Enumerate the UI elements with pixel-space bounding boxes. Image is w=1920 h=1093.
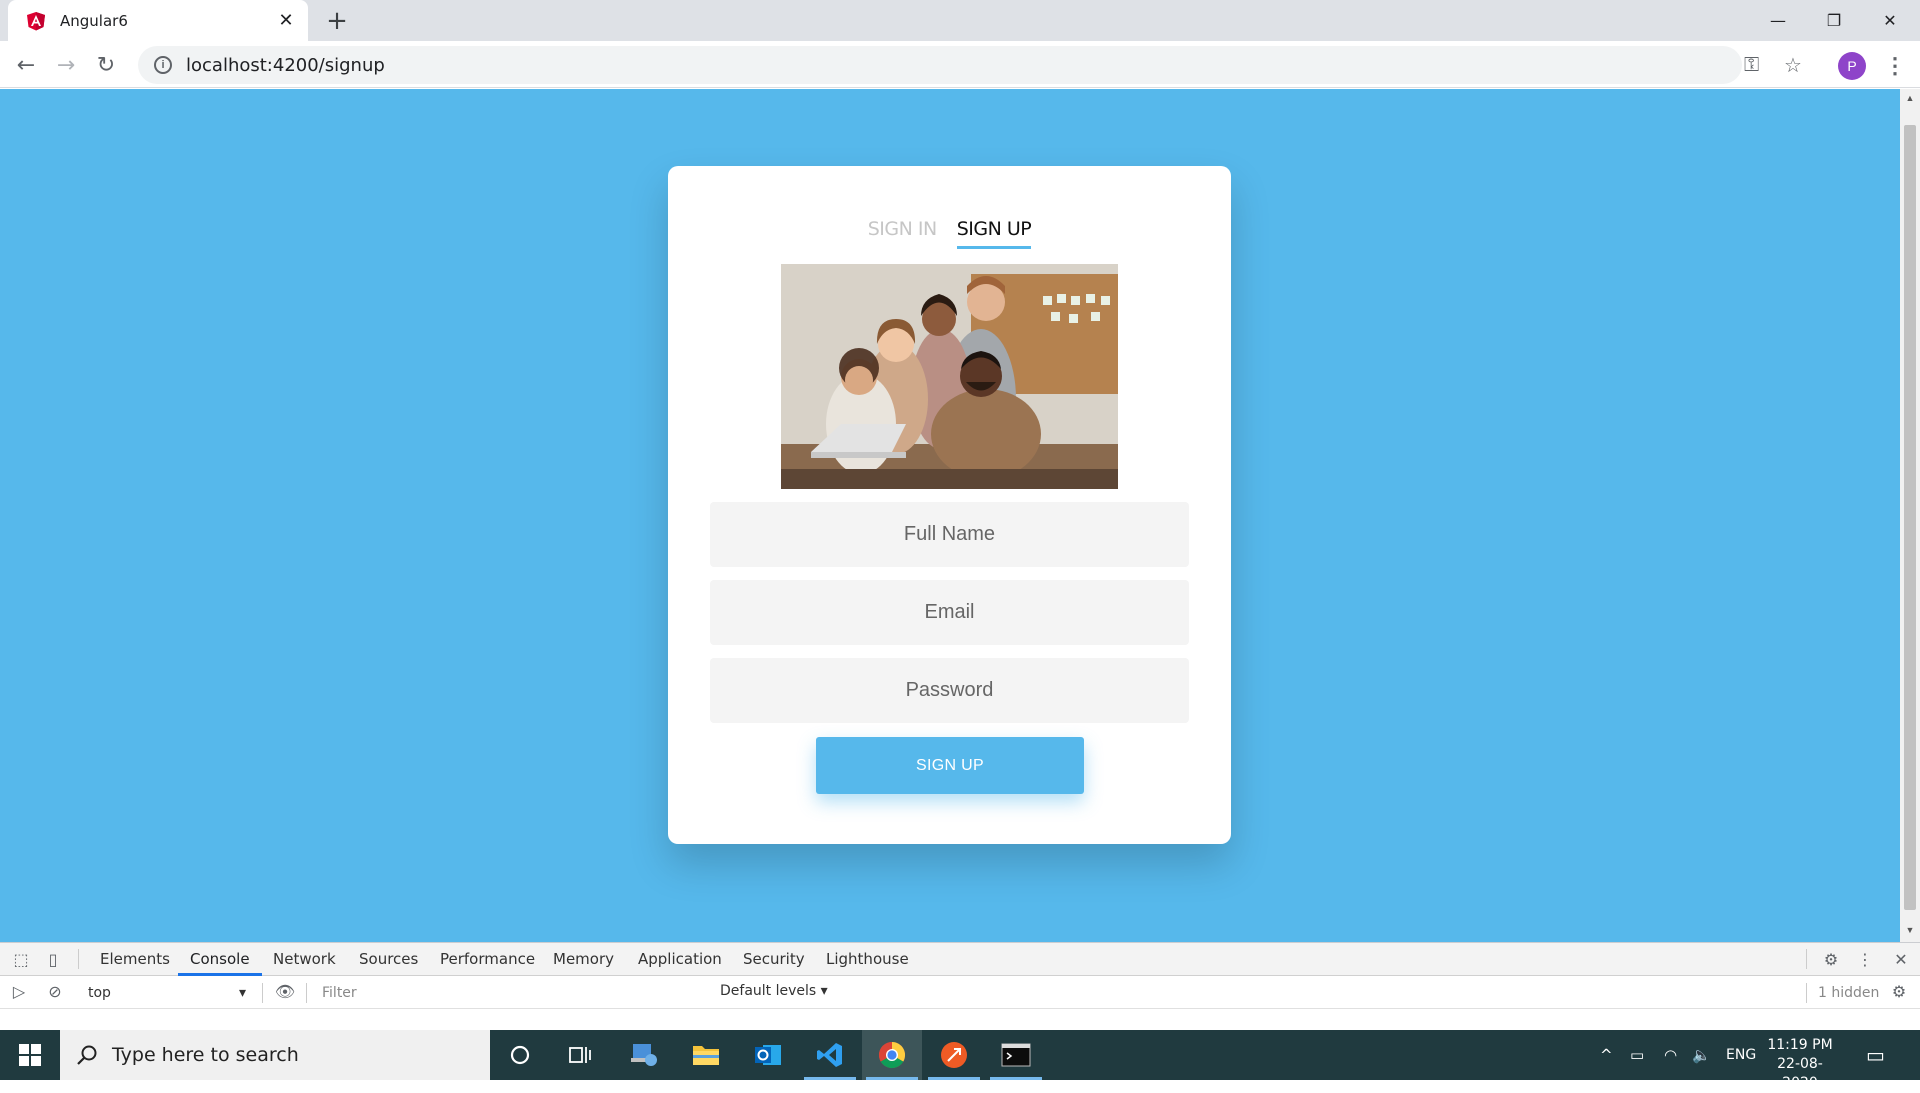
close-tab-icon[interactable]: ✕ bbox=[276, 10, 296, 31]
hidden-messages-count: 1 hidden bbox=[1818, 985, 1880, 1001]
taskbar-clock[interactable]: 11:19 PM 22-08-2020 bbox=[1760, 1036, 1840, 1093]
show-hidden-icons[interactable]: ^ bbox=[1600, 1030, 1613, 1080]
scroll-thumb[interactable] bbox=[1904, 125, 1916, 910]
live-expression-eye-icon[interactable]: 👁 bbox=[274, 981, 296, 1003]
back-button[interactable]: ← bbox=[10, 49, 42, 81]
browser-titlebar: Angular6 ✕ + — ❐ ✕ bbox=[0, 0, 1920, 41]
key-icon[interactable]: ⚿ bbox=[1744, 46, 1759, 84]
search-placeholder: Type here to search bbox=[112, 1044, 299, 1066]
tab-sign-in[interactable]: SIGN IN bbox=[868, 218, 937, 249]
restore-button[interactable]: ❐ bbox=[1806, 0, 1862, 41]
devtools-tab-network[interactable]: Network bbox=[261, 943, 348, 976]
tab-sign-up[interactable]: SIGN UP bbox=[956, 218, 1032, 249]
clock-time: 11:19 PM bbox=[1767, 1037, 1833, 1053]
battery-icon[interactable]: ▭ bbox=[1630, 1030, 1644, 1080]
sign-up-button[interactable]: SIGN UP bbox=[816, 737, 1084, 794]
page-scrollbar[interactable]: ▲ ▼ bbox=[1900, 89, 1920, 942]
devtools-tab-console[interactable]: Console bbox=[178, 943, 262, 976]
console-toolbar: ▷ ⊘ top ▾ 👁 Default levels ▾ 1 hidden ⚙ bbox=[0, 977, 1920, 1009]
devtools-tab-security[interactable]: Security bbox=[731, 943, 817, 976]
taskbar-search[interactable]: Type here to search bbox=[60, 1030, 490, 1080]
forward-button[interactable]: → bbox=[50, 49, 82, 81]
url-text: localhost:4200/signup bbox=[186, 54, 385, 76]
terminal-icon[interactable] bbox=[986, 1030, 1046, 1080]
email-input[interactable] bbox=[710, 580, 1189, 645]
context-value: top bbox=[88, 985, 111, 1001]
browser-menu-icon[interactable]: ⋮ bbox=[1884, 51, 1906, 81]
auth-card: SIGN IN SIGN UP Full Name Email SIGN UP bbox=[668, 166, 1231, 844]
password-input[interactable] bbox=[710, 658, 1189, 723]
clock-date: 22-08-2020 bbox=[1777, 1056, 1823, 1091]
clear-console-icon[interactable]: ⊘ bbox=[44, 981, 66, 1003]
inspect-element-icon[interactable]: ⬚ bbox=[10, 949, 32, 971]
dropdown-arrow-icon: ▾ bbox=[238, 985, 246, 1001]
console-settings-icon[interactable]: ⚙ bbox=[1888, 981, 1910, 1003]
wifi-icon[interactable]: ◠ bbox=[1664, 1030, 1677, 1080]
file-explorer-icon[interactable] bbox=[676, 1030, 736, 1080]
devtools-tab-memory[interactable]: Memory bbox=[541, 943, 626, 976]
team-photo bbox=[781, 264, 1118, 489]
scroll-down-icon[interactable]: ▼ bbox=[1904, 925, 1916, 935]
log-levels-dropdown[interactable]: Default levels ▾ bbox=[720, 983, 828, 999]
devtools-tab-sources[interactable]: Sources bbox=[347, 943, 430, 976]
cortana-icon[interactable] bbox=[490, 1030, 550, 1080]
auth-tabs: SIGN IN SIGN UP bbox=[668, 218, 1231, 249]
windows-taskbar: Type here to search ^ ▭ ◠ 🔈 ENG 11:19 PM… bbox=[0, 1030, 1920, 1091]
chrome-icon[interactable] bbox=[862, 1030, 922, 1080]
devtools-menu-icon[interactable]: ⋮ bbox=[1854, 949, 1876, 971]
sidebar-toggle-icon[interactable]: ▷ bbox=[8, 981, 30, 1003]
language-indicator[interactable]: ENG bbox=[1726, 1030, 1756, 1080]
new-tab-button[interactable]: + bbox=[320, 6, 354, 36]
network-app-icon[interactable] bbox=[614, 1030, 674, 1080]
outlook-icon[interactable] bbox=[738, 1030, 798, 1080]
angular-icon bbox=[27, 11, 45, 30]
devtools-tab-lighthouse[interactable]: Lighthouse bbox=[814, 943, 921, 976]
context-select[interactable]: top ▾ bbox=[82, 982, 252, 1004]
console-filter-input[interactable] bbox=[316, 981, 708, 1005]
vscode-icon[interactable] bbox=[800, 1030, 860, 1080]
postman-icon[interactable] bbox=[924, 1030, 984, 1080]
address-bar[interactable]: i localhost:4200/signup ⚿ ☆ bbox=[138, 46, 1802, 84]
task-view-icon[interactable] bbox=[550, 1030, 610, 1080]
browser-toolbar: ← → ↻ i localhost:4200/signup ⚿ ☆ P ⋮ bbox=[0, 41, 1920, 88]
devtools-tab-application[interactable]: Application bbox=[626, 943, 734, 976]
devtools-settings-icon[interactable]: ⚙ bbox=[1820, 949, 1842, 971]
reload-button[interactable]: ↻ bbox=[90, 49, 122, 81]
search-icon bbox=[77, 1045, 97, 1065]
bookmark-star-icon[interactable]: ☆ bbox=[1784, 46, 1802, 84]
start-button[interactable] bbox=[0, 1030, 60, 1080]
info-icon[interactable]: i bbox=[154, 56, 172, 74]
profile-avatar[interactable]: P bbox=[1838, 52, 1866, 80]
devtools-tabbar: ⬚ ▯ Elements Console Network Sources Per… bbox=[0, 943, 1920, 976]
notification-center-icon[interactable]: ▭ bbox=[1866, 1030, 1885, 1080]
tab-title: Angular6 bbox=[60, 11, 128, 30]
devtools-tab-performance[interactable]: Performance bbox=[428, 943, 547, 976]
volume-icon[interactable]: 🔈 bbox=[1692, 1030, 1711, 1080]
device-toolbar-icon[interactable]: ▯ bbox=[42, 949, 64, 971]
minimize-button[interactable]: — bbox=[1750, 0, 1806, 41]
devtools-panel: ⬚ ▯ Elements Console Network Sources Per… bbox=[0, 942, 1920, 1030]
browser-tab[interactable]: Angular6 ✕ bbox=[8, 0, 308, 41]
close-window-button[interactable]: ✕ bbox=[1862, 0, 1918, 41]
devtools-close-icon[interactable]: ✕ bbox=[1890, 949, 1912, 971]
full-name-input[interactable] bbox=[710, 502, 1189, 567]
page-viewport: SIGN IN SIGN UP Full Name Email SIGN UP bbox=[0, 89, 1900, 942]
windows-logo-icon bbox=[19, 1044, 41, 1066]
scroll-up-icon[interactable]: ▲ bbox=[1904, 93, 1916, 103]
devtools-tab-elements[interactable]: Elements bbox=[88, 943, 182, 976]
